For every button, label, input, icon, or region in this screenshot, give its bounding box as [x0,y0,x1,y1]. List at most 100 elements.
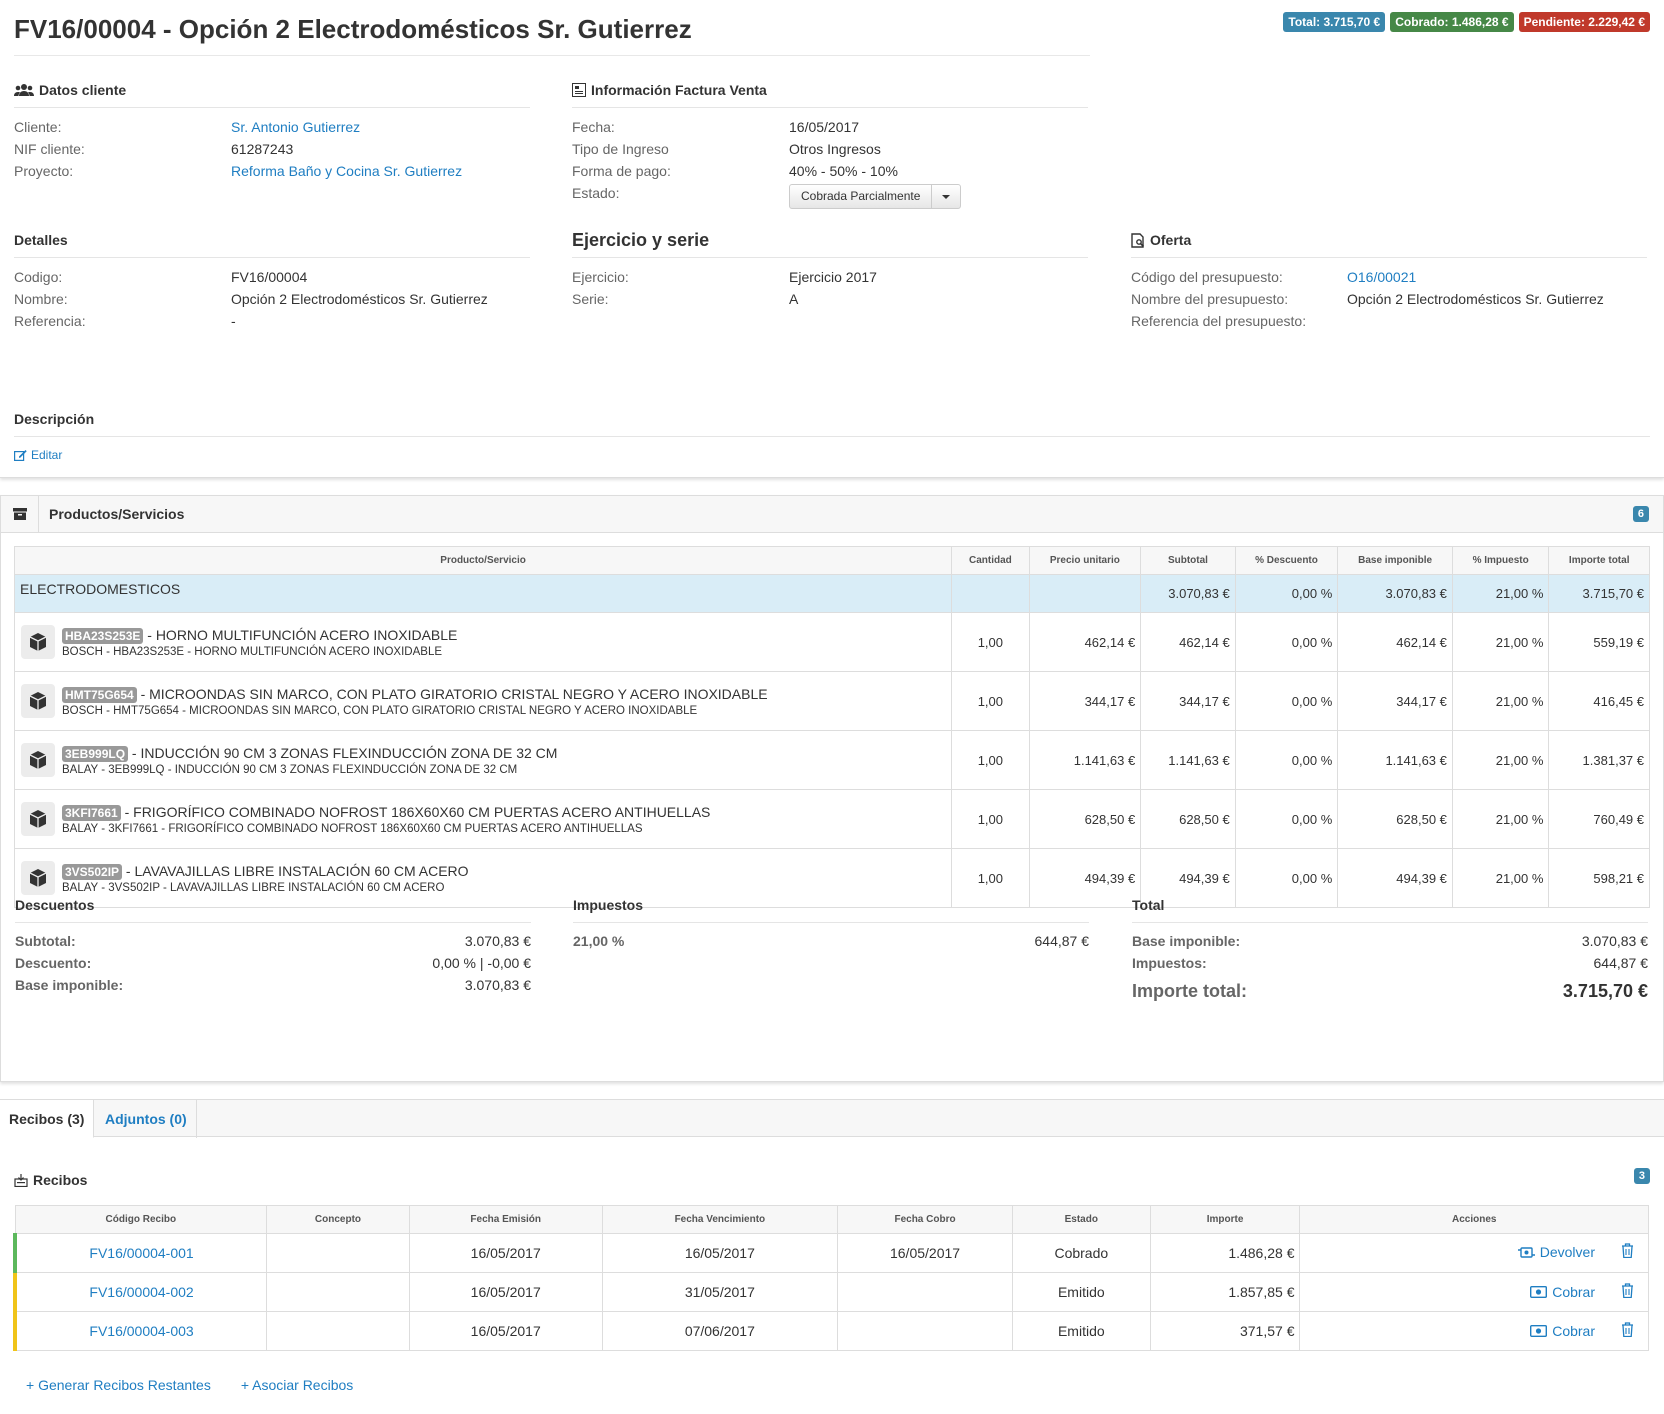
column-header[interactable]: Importe [1149,1205,1301,1234]
tab-adjuntos[interactable]: Adjuntos (0) [96,1100,197,1138]
nombre-row: Nombre: Opción 2 Electrodomésticos Sr. G… [14,288,488,310]
estado-dropdown[interactable]: Cobrada Parcialmente [789,184,962,209]
tab-recibos[interactable]: Recibos (3) [0,1100,95,1138]
recibo-row: FV16/00004-003 16/05/2017 07/06/2017 Emitid… [13,1311,1649,1351]
trash-icon[interactable] [1621,1322,1634,1338]
column-header[interactable]: Cantidad [951,546,1030,575]
codigo-value: FV16/00004 [231,269,308,285]
cliente-label: Cliente: [14,119,62,135]
productos-panel: Productos/Servicios 6 Producto/Servicio … [0,495,1664,1082]
product-descuento: 0,00 % [1234,730,1339,790]
column-header[interactable]: Subtotal [1140,546,1236,575]
proyecto-link[interactable]: Reforma Baño y Cocina Sr. Gutierrez [231,160,462,182]
recibo-action-label[interactable]: Cobrar [1552,1323,1595,1339]
divider [14,107,530,108]
column-header[interactable]: Código Recibo [14,1205,268,1234]
recibo-action-button[interactable]: Devolver [1517,1244,1595,1260]
product-base: 344,17 € [1337,671,1453,731]
presupuesto-codigo-link[interactable]: O16/00021 [1347,266,1416,288]
product-base: 462,14 € [1337,612,1453,672]
total-impuestos-row: Impuestos: 644,87 € [1132,952,1648,974]
receipt-icon [14,1173,28,1187]
column-header[interactable]: Fecha Cobro [837,1205,1013,1234]
detalles-heading: Detalles [14,232,68,248]
category-base: 3.070,83 € [1337,574,1453,613]
column-header[interactable]: % Descuento [1234,546,1339,575]
invoice-header-section: FV16/00004 - Opción 2 Electrodomésticos … [0,0,1664,478]
editar-label[interactable]: Editar [31,448,62,462]
nif-label: NIF cliente: [14,141,85,157]
descuentos-heading: Descuentos [15,897,94,913]
impuesto-amount: 644,87 € [1034,933,1090,949]
recibo-codigo-link[interactable]: FV16/00004-003 [89,1323,193,1339]
descuento-value: 0,00 % | -0,00 € [432,955,531,971]
recibo-codigo-link[interactable]: FV16/00004-001 [89,1245,193,1261]
editar-link[interactable]: Editar [14,448,62,462]
codigo-row: Codigo: FV16/00004 [14,266,307,288]
cliente-row: Cliente: Sr. Antonio Gutierrez [14,116,360,138]
estado-dropdown-label[interactable]: Cobrada Parcialmente [790,185,933,208]
trash-icon[interactable] [1621,1243,1634,1259]
generar-recibos-link[interactable]: + Generar Recibos Restantes [26,1377,211,1393]
cobrado-badge: Cobrado: 1.486,28 € [1390,12,1514,32]
product-row: 3VS502IP - LAVAVAJILLAS LIBRE INSTALACIÓ… [13,848,1650,908]
product-subtotal: 1.141,63 € [1140,730,1236,790]
importe-total-value: 3.715,70 € [1562,981,1648,1001]
delete-button[interactable] [1621,1283,1634,1301]
delete-button[interactable] [1621,1322,1634,1340]
nif-row: NIF cliente: 61287243 [14,138,293,160]
column-header[interactable]: Base imponible [1337,546,1453,575]
column-header[interactable]: % Impuesto [1451,546,1550,575]
recibo-action-button[interactable]: Cobrar [1530,1284,1595,1300]
tipo-label: Tipo de Ingreso [572,141,669,157]
descuentos-title: Descuentos [15,897,95,913]
category-impuesto: 21,00 % [1451,574,1550,613]
recibo-emision: 16/05/2017 [408,1311,603,1351]
column-header[interactable]: Fecha Vencimiento [601,1205,839,1234]
column-header[interactable]: Precio unitario [1028,546,1142,575]
product-detail: BALAY - 3KFI7661 - FRIGORÍFICO COMBINADO… [62,822,643,835]
recibo-action-button[interactable]: Cobrar [1530,1323,1595,1339]
column-header[interactable]: Estado [1011,1205,1151,1234]
product-subtotal: 344,17 € [1140,671,1236,731]
product-cantidad: 1,00 [951,612,1030,672]
referencia-value: - [231,313,236,329]
productos-header-row: Producto/Servicio Cantidad Precio unitar… [13,546,1650,575]
product-cell: 3EB999LQ - INDUCCIÓN 90 CM 3 ZONAS FLEXI… [13,730,953,790]
nif-value: 61287243 [231,141,294,157]
column-header[interactable]: Acciones [1299,1205,1649,1234]
column-header[interactable]: Producto/Servicio [13,546,953,575]
product-code: 3KFI7661 [62,804,121,821]
column-header[interactable]: Fecha Emisión [408,1205,603,1234]
product-box-icon [21,684,55,718]
column-header[interactable]: Importe total [1548,546,1650,575]
recibo-emision: 16/05/2017 [408,1233,603,1273]
trash-icon[interactable] [1621,1283,1634,1299]
tipo-row: Tipo de Ingreso Otros Ingresos [572,138,881,160]
recibo-acciones: Cobrar [1299,1311,1649,1351]
product-name: - MICROONDAS SIN MARCO, CON PLATO GIRATO… [136,685,768,702]
chevron-down-icon[interactable] [932,185,960,208]
category-name: ELECTRODOMESTICOS [13,574,953,613]
product-base: 494,39 € [1337,848,1453,908]
recibo-concepto [266,1272,410,1312]
impuesto-rate: 21,00 % [573,933,625,949]
product-row: 3EB999LQ - INDUCCIÓN 90 CM 3 ZONAS FLEXI… [13,730,1650,790]
factura-title: Información Factura Venta [591,82,767,98]
column-header[interactable]: Concepto [266,1205,410,1234]
total-badge: Total: 3.715,70 € [1283,12,1386,32]
cliente-link[interactable]: Sr. Antonio Gutierrez [231,116,360,138]
recibo-concepto [266,1233,410,1273]
delete-button[interactable] [1621,1243,1634,1261]
recibo-codigo-link[interactable]: FV16/00004-002 [89,1284,193,1300]
asociar-recibos-link[interactable]: + Asociar Recibos [241,1377,353,1393]
recibo-vencimiento: 31/05/2017 [601,1272,839,1312]
recibo-action-label[interactable]: Cobrar [1552,1284,1595,1300]
product-cantidad: 1,00 [951,789,1030,849]
recibo-cobro [837,1311,1013,1351]
forma-value: 40% - 50% - 10% [789,163,898,179]
divider [1131,257,1647,258]
recibo-action-label[interactable]: Devolver [1540,1244,1595,1260]
recibos-count-badge: 3 [1633,1168,1650,1184]
ejercicio-value: Ejercicio 2017 [789,269,877,285]
